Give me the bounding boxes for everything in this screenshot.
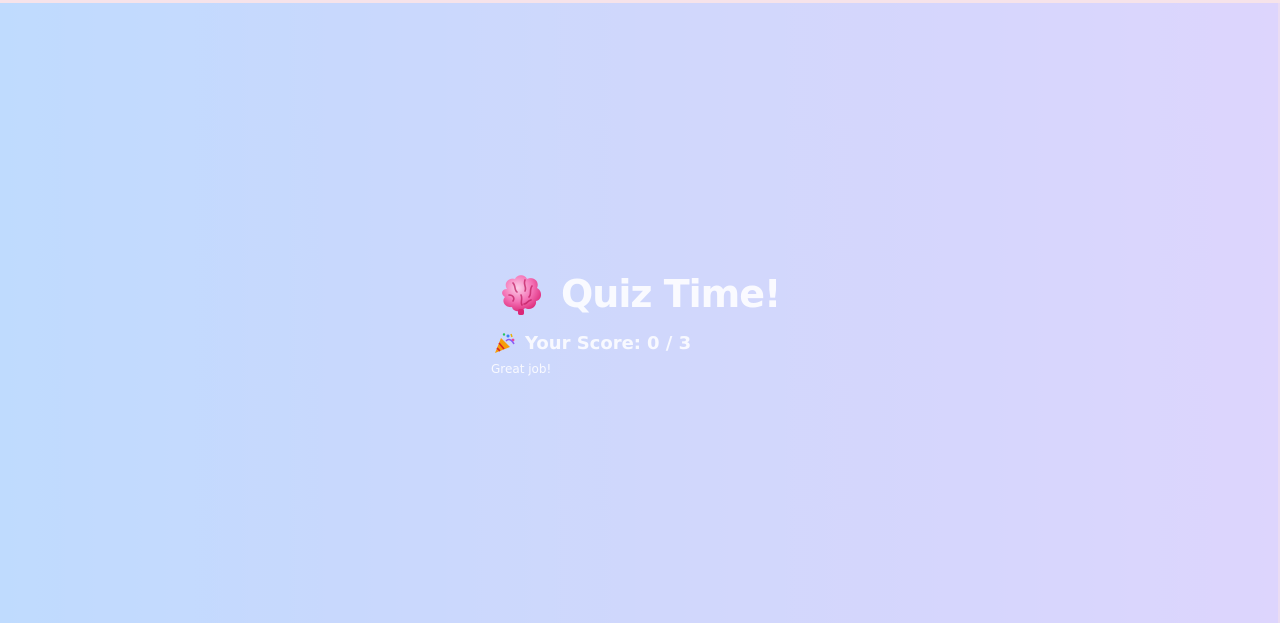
quiz-result-card: Quiz Time! Your Score: 0 / 3 Great job! [491,268,811,376]
quiz-page: Quiz Time! Your Score: 0 / 3 Great job! [0,3,1280,623]
title-row: Quiz Time! [497,268,811,320]
page-title: Quiz Time! [561,272,781,316]
result-message: Great job! [491,362,552,376]
brain-icon [502,275,542,315]
score-row: Your Score: 0 / 3 [493,330,811,356]
score-label: Your Score: [525,332,641,354]
party-popper-icon [495,333,515,353]
score-value: 0 / 3 [647,332,692,354]
